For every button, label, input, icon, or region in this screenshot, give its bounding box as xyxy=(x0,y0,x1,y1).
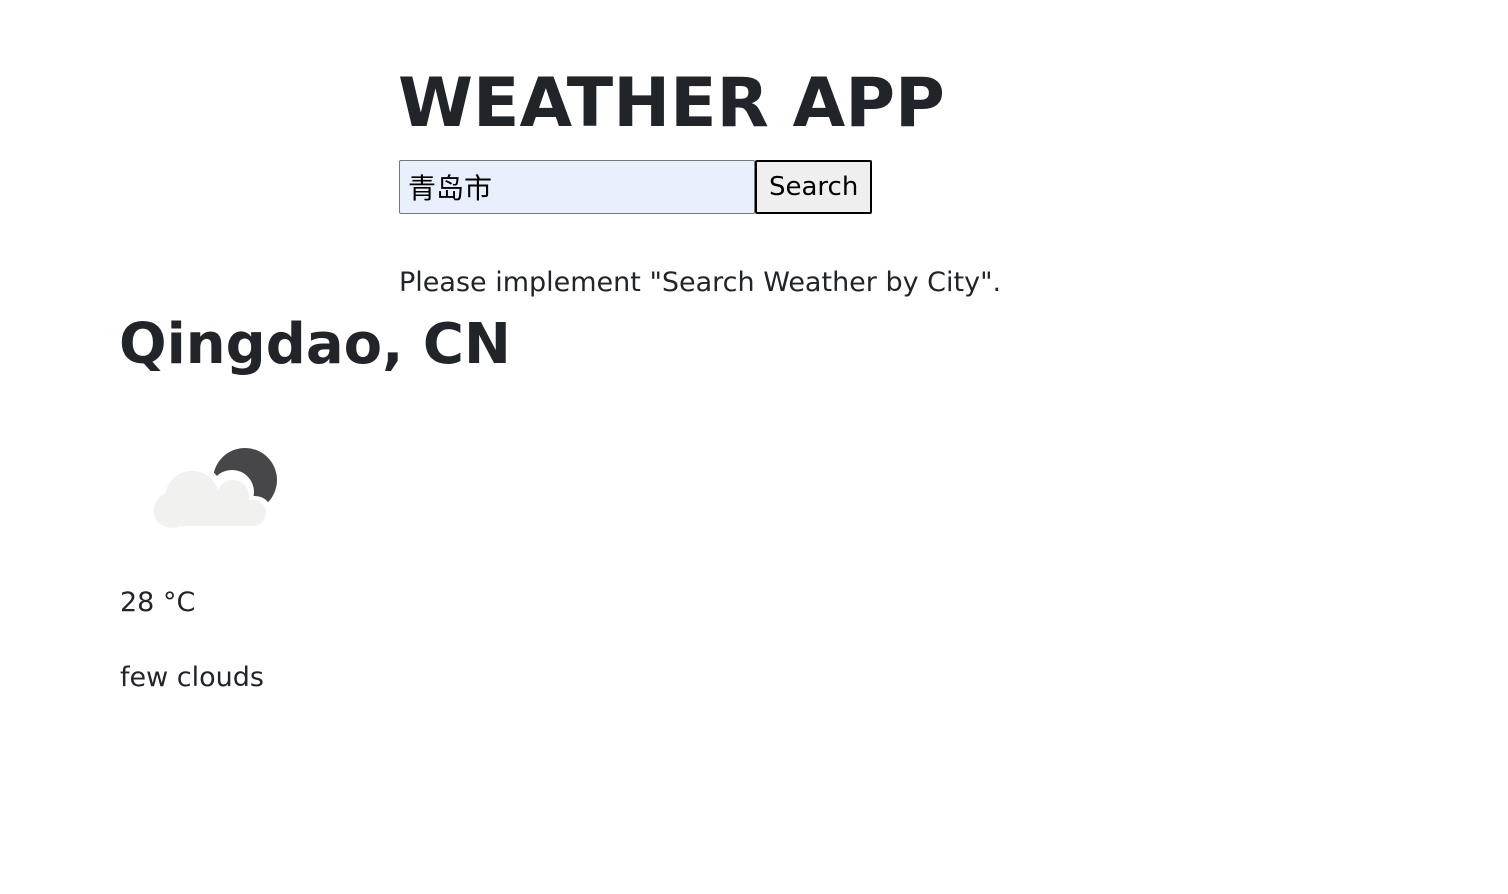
weather-description: few clouds xyxy=(120,662,264,693)
search-button[interactable]: Search xyxy=(755,160,872,214)
city-name: Qingdao, CN xyxy=(119,312,511,377)
implementation-notice: Please implement "Search Weather by City… xyxy=(399,267,1002,298)
app-title: WEATHER APP xyxy=(398,64,945,143)
city-search-input[interactable] xyxy=(399,160,755,214)
few-clouds-night-icon xyxy=(120,410,310,550)
search-form: Search xyxy=(399,160,872,214)
temperature: 28 °C xyxy=(120,587,196,618)
